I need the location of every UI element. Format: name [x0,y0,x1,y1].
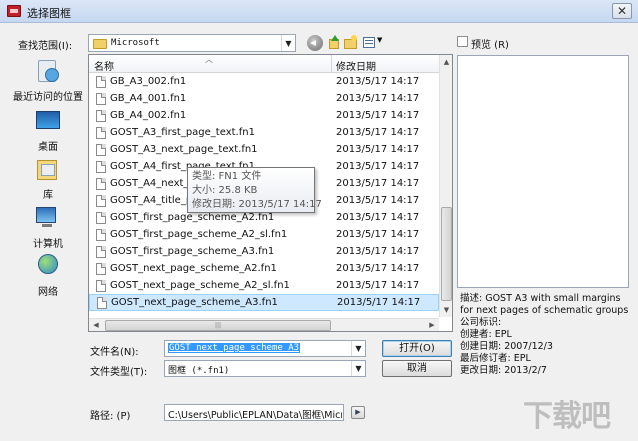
preview-label: 预览 (R) [471,40,509,51]
scroll-left-icon[interactable]: ◀ [89,319,103,331]
list-header: ︿ 名称 修改日期 [89,55,439,73]
title-bar: 选择图框 ✕ [0,0,638,23]
file-icon [96,93,106,105]
chevron-down-icon: ▼ [281,35,295,51]
vertical-scroll-thumb[interactable] [441,207,452,301]
file-icon [96,246,106,258]
close-button[interactable]: ✕ [612,3,632,19]
file-icon [96,195,106,207]
chevron-down-icon: ▼ [351,361,365,376]
place-recent[interactable]: 最近访问的位置 [9,58,87,103]
file-icon [96,127,106,139]
scroll-down-icon[interactable]: ▼ [440,303,452,317]
scroll-up-icon[interactable]: ▲ [440,55,452,69]
tooltip-modified: 修改日期: 2013/5/17 14:17 [192,199,322,210]
filename-input[interactable]: GOST_next_page_scheme_A3 ▼ [164,340,366,357]
file-icon [96,229,106,241]
file-icon [96,212,106,224]
preview-pane [457,55,629,288]
table-row[interactable]: GOST_A3_next_page_text.fn1 2013/5/17 14:1… [89,142,439,159]
cancel-button[interactable]: 取消 [382,360,452,377]
open-button[interactable]: 打开(O) [382,340,452,357]
computer-icon [33,205,63,231]
places-bar: 最近访问的位置 桌面 库 计算机 网络 [9,53,87,328]
table-row[interactable]: GOST_next_page_scheme_A2_sl.fn1 2013/5/17… [89,278,439,295]
view-menu-icon[interactable]: ▼ [363,35,385,50]
watermark-logo: 下载吧 [523,399,611,434]
vertical-scrollbar[interactable]: ▲ ▼ [439,55,452,317]
filetype-value: 图框 (*.fn1) [168,366,230,376]
place-computer[interactable]: 计算机 [9,205,87,250]
description-panel: 描述: GOST A3 with small margins for next … [460,293,629,376]
filetype-dropdown[interactable]: 图框 (*.fn1) ▼ [164,360,366,377]
table-row[interactable]: GOST_first_page_scheme_A3.fn1 2013/5/17 1… [89,244,439,261]
column-header-name[interactable]: 名称 [94,58,114,73]
path-value: C:\Users\Public\EPLAN\Data\图框\Micros [168,410,342,421]
file-icon [96,161,106,173]
back-icon[interactable] [307,35,323,51]
file-icon [96,76,106,88]
libraries-icon [33,156,63,182]
path-label: 路径: (P) [90,411,131,422]
table-row[interactable]: GOST_next_page_scheme_A2.fn1 2013/5/17 14… [89,261,439,278]
table-row-selected[interactable]: GOST_next_page_scheme_A3.fn1 2013/5/17 14… [89,294,439,311]
desktop-icon [33,108,63,134]
app-icon [7,5,21,17]
filetype-label: 文件类型(T): [90,367,148,378]
table-row[interactable]: GOST_A3_first_page_text.fn1 2013/5/17 14:… [89,125,439,142]
table-row[interactable]: GB_A3_002.fn1 2013/5/17 14:17 [89,74,439,91]
scroll-right-icon[interactable]: ▶ [425,319,439,331]
file-icon [96,263,106,275]
lookin-value: Microsoft [111,38,160,48]
sort-arrow-icon: ︿ [205,55,213,64]
new-folder-icon[interactable] [344,35,358,50]
lookin-dropdown[interactable]: Microsoft ▼ [88,34,296,52]
lookin-label: 查找范围(I): [18,41,73,52]
place-desktop[interactable]: 桌面 [9,108,87,153]
file-icon [97,297,107,309]
browse-path-button[interactable]: ▶ [351,406,365,419]
horizontal-scroll-thumb[interactable]: ||| [105,320,331,331]
file-icon [96,178,106,190]
chevron-down-icon[interactable]: ▼ [351,341,365,356]
network-icon [33,253,63,279]
column-header-date[interactable]: 修改日期 [336,58,376,73]
tooltip-type: 类型: FN1 文件 [192,171,262,182]
file-icon [96,110,106,122]
recent-places-icon [33,58,63,84]
filename-value: GOST_next_page_scheme_A3 [168,343,301,353]
filename-label: 文件名(N): [90,347,139,358]
file-tooltip: 类型: FN1 文件 大小: 25.8 KB 修改日期: 2013/5/17 1… [187,167,322,213]
file-icon [96,144,106,156]
path-field[interactable]: C:\Users\Public\EPLAN\Data\图框\Micros [164,404,344,421]
tooltip-size: 大小: 25.8 KB [192,185,258,196]
place-libraries[interactable]: 库 [9,156,87,201]
table-row[interactable]: GOST_first_page_scheme_A2_sl.fn1 2013/5/1… [89,227,439,244]
table-row[interactable]: GB_A4_002.fn1 2013/5/17 14:17 [89,108,439,125]
table-row[interactable]: GB_A4_001.fn1 2013/5/17 14:17 [89,91,439,108]
horizontal-scrollbar[interactable]: ◀ ||| ▶ [89,318,439,331]
up-folder-icon[interactable] [326,35,340,50]
place-network[interactable]: 网络 [9,253,87,298]
preview-checkbox[interactable] [457,36,468,47]
file-icon [96,280,106,292]
folder-icon [93,39,107,49]
window-title: 选择图框 [27,7,71,20]
